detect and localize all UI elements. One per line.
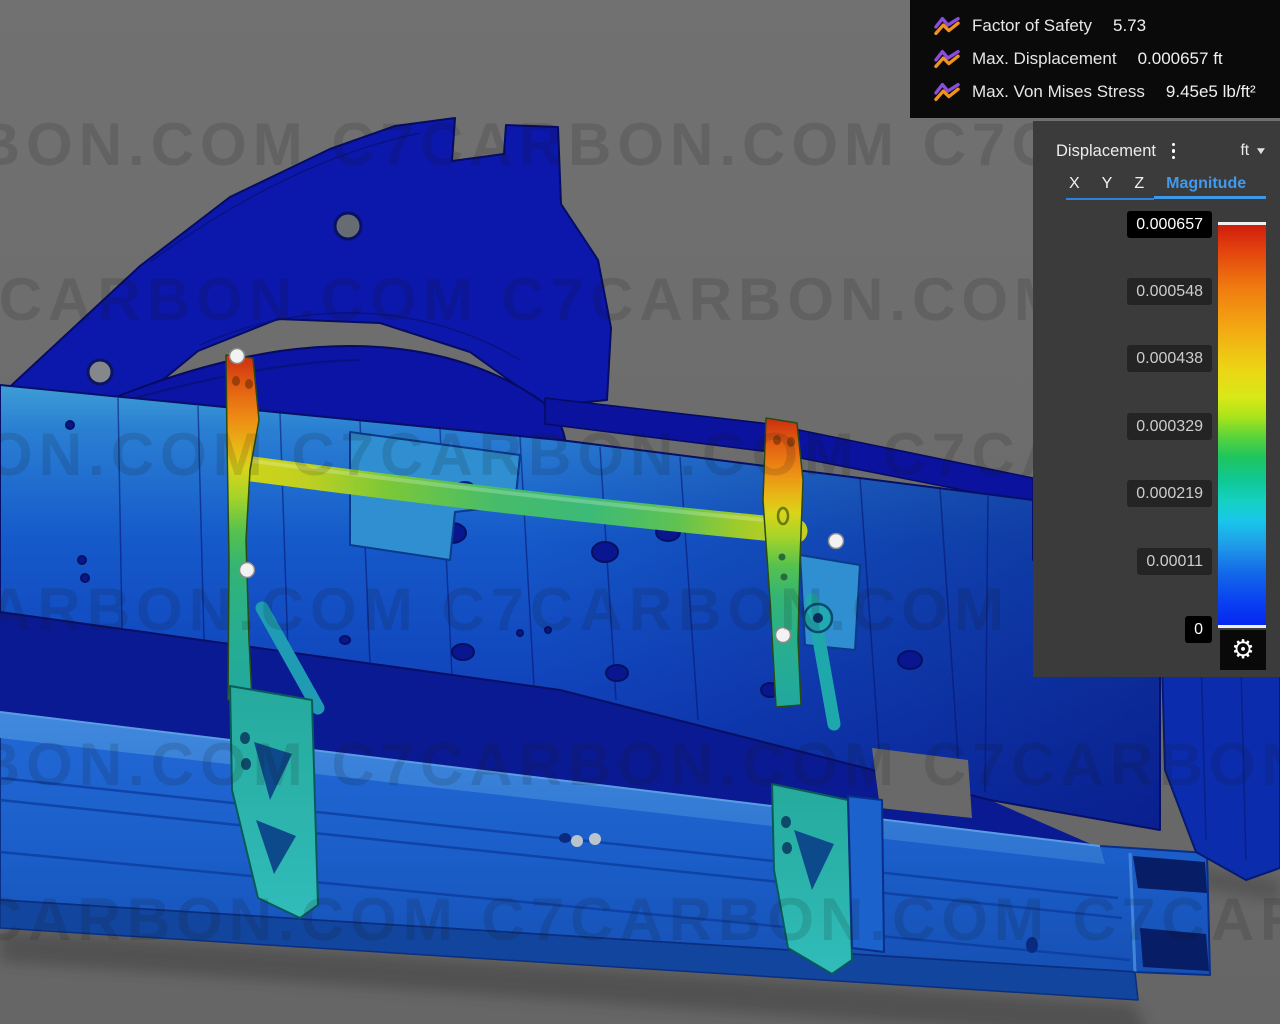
fender-hole (335, 213, 361, 239)
result-value: 5.73 (1113, 16, 1146, 36)
unit-label: ft (1240, 142, 1249, 160)
legend-tick: 0.000438 (1127, 345, 1212, 372)
legend-title: Displacement (1056, 142, 1156, 161)
tab-x[interactable]: X (1069, 175, 1080, 199)
result-value: 9.45e5 lb/ft² (1166, 82, 1256, 102)
displacement-legend-panel: Displacement ft ▼ X Y Z Magnitude 0.0006… (1033, 121, 1280, 677)
chevron-down-icon: ▼ (1254, 146, 1267, 157)
result-value: 0.000657 ft (1138, 49, 1223, 69)
results-zigzag-icon (932, 14, 962, 38)
result-row-factor-of-safety: Factor of Safety 5.73 (932, 14, 1280, 38)
legend-header: Displacement ft ▼ (1033, 138, 1280, 164)
legend-tick: 0.000329 (1127, 413, 1212, 440)
result-label: Factor of Safety (972, 16, 1092, 36)
legend-min-input[interactable]: 0 (1185, 616, 1212, 643)
result-label: Max. Displacement (972, 49, 1117, 69)
results-zigzag-icon (932, 80, 962, 104)
result-row-max-displacement: Max. Displacement 0.000657 ft (932, 47, 1280, 71)
legend-colorbar (1218, 222, 1266, 628)
unit-dropdown[interactable]: ft ▼ (1240, 142, 1266, 160)
legend-tick: 0.000219 (1127, 480, 1212, 507)
results-zigzag-icon (932, 47, 962, 71)
legend-tick: 0.00011 (1137, 548, 1212, 575)
watermark-text: C7CARBON.COM C7CARBON.COM C7CARBON.COM C… (0, 731, 1280, 798)
result-label: Max. Von Mises Stress (972, 82, 1145, 102)
result-row-max-von-mises: Max. Von Mises Stress 9.45e5 lb/ft² (932, 80, 1280, 104)
active-tab-underline (1154, 196, 1266, 199)
kebab-menu-icon[interactable] (1169, 140, 1179, 163)
results-summary-panel: Factor of Safety 5.73 Max. Displacement … (910, 0, 1280, 118)
watermark-text: C7CARBON.COM C7CARBON.COM C7CARBON.COM C… (0, 886, 1280, 953)
tab-y[interactable]: Y (1102, 175, 1113, 199)
legend-settings-button[interactable]: ⚙ (1220, 630, 1266, 670)
legend-tick: 0.000548 (1127, 278, 1212, 305)
gear-icon: ⚙ (1231, 637, 1254, 663)
tab-z[interactable]: Z (1134, 175, 1144, 199)
legend-max-input[interactable]: 0.000657 (1127, 211, 1212, 238)
tabs-underline (1066, 198, 1154, 200)
